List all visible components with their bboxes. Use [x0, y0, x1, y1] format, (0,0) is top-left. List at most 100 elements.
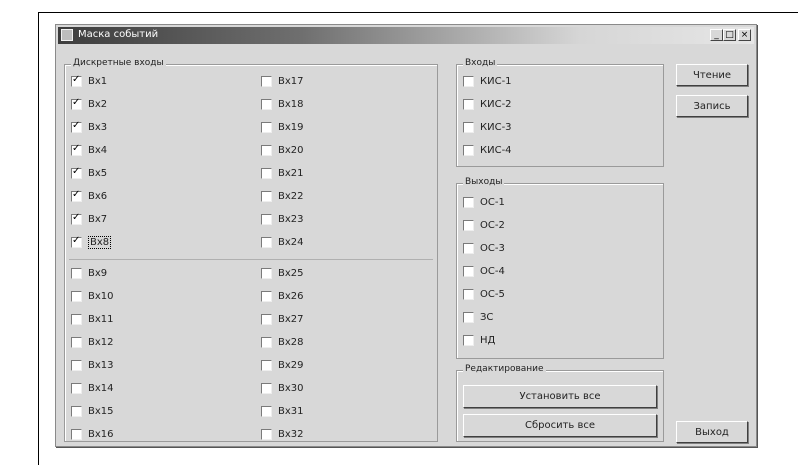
checkbox-label: Вх8: [88, 235, 112, 249]
checkbox-row[interactable]: КИС-1: [463, 73, 512, 89]
checkbox-row[interactable]: Вх5: [71, 165, 107, 181]
checkbox-row[interactable]: Вх31: [261, 403, 304, 419]
checkbox[interactable]: [261, 359, 272, 371]
checkbox-row[interactable]: Вх8: [71, 234, 112, 250]
checkbox[interactable]: [261, 98, 272, 110]
checkbox-row[interactable]: ОС-3: [463, 240, 505, 256]
checkbox-checked[interactable]: [71, 143, 82, 156]
checkbox-checked[interactable]: [71, 212, 82, 225]
checkbox-row[interactable]: Вх2: [71, 96, 107, 112]
checkbox[interactable]: [463, 144, 474, 156]
checkbox[interactable]: [261, 382, 272, 394]
checkbox-row[interactable]: ЗС: [463, 309, 493, 325]
checkbox[interactable]: [71, 290, 82, 302]
checkbox[interactable]: [71, 428, 82, 440]
checkbox-row[interactable]: Вх23: [261, 211, 304, 227]
checkbox-row[interactable]: Вх13: [71, 357, 114, 373]
checkbox[interactable]: [261, 267, 272, 279]
checkbox-row[interactable]: Вх4: [71, 142, 107, 158]
checkbox-checked[interactable]: [71, 74, 82, 87]
checkbox[interactable]: [463, 334, 474, 346]
checkbox-checked[interactable]: [71, 120, 82, 133]
checkbox[interactable]: [463, 219, 474, 231]
checkbox[interactable]: [261, 236, 272, 248]
checkbox-row[interactable]: Вх22: [261, 188, 304, 204]
checkbox-label: Вх14: [88, 382, 114, 394]
checkbox-row[interactable]: Вх16: [71, 426, 114, 442]
close-icon[interactable]: ×: [738, 29, 751, 41]
checkbox-row[interactable]: Вх32: [261, 426, 304, 442]
checkbox-row[interactable]: Вх24: [261, 234, 304, 250]
checkbox-row[interactable]: Вх3: [71, 119, 107, 135]
checkbox-row[interactable]: Вх10: [71, 288, 114, 304]
exit-button[interactable]: Выход: [676, 421, 748, 443]
checkbox[interactable]: [71, 405, 82, 417]
checkbox-row[interactable]: КИС-2: [463, 96, 512, 112]
checkbox-row[interactable]: Вх20: [261, 142, 304, 158]
checkbox-row[interactable]: Вх14: [71, 380, 114, 396]
checkbox[interactable]: [71, 313, 82, 325]
checkbox-label: КИС-2: [480, 98, 512, 110]
checkbox[interactable]: [463, 265, 474, 277]
read-button[interactable]: Чтение: [676, 64, 748, 86]
checkbox-row[interactable]: Вх15: [71, 403, 114, 419]
checkbox-row[interactable]: КИС-4: [463, 142, 512, 158]
checkbox[interactable]: [261, 313, 272, 325]
checkbox[interactable]: [261, 75, 272, 87]
checkbox[interactable]: [463, 311, 474, 323]
write-button[interactable]: Запись: [676, 95, 748, 117]
checkbox-row[interactable]: ОС-5: [463, 286, 505, 302]
checkbox-row[interactable]: Вх11: [71, 311, 114, 327]
checkbox-row[interactable]: Вх7: [71, 211, 107, 227]
checkbox-label: ОС-1: [480, 196, 505, 208]
checkbox-row[interactable]: Вх27: [261, 311, 304, 327]
checkbox[interactable]: [71, 267, 82, 279]
checkbox-checked[interactable]: [71, 166, 82, 179]
checkbox[interactable]: [261, 121, 272, 133]
checkbox[interactable]: [261, 336, 272, 348]
checkbox-row[interactable]: ОС-1: [463, 194, 505, 210]
checkbox[interactable]: [71, 359, 82, 371]
checkbox[interactable]: [261, 167, 272, 179]
checkbox-row[interactable]: Вх30: [261, 380, 304, 396]
checkbox-label: Вх23: [278, 213, 304, 225]
checkbox-row[interactable]: Вх18: [261, 96, 304, 112]
checkbox[interactable]: [261, 144, 272, 156]
checkbox[interactable]: [463, 75, 474, 87]
checkbox[interactable]: [463, 242, 474, 254]
set-all-button[interactable]: Установить все: [463, 385, 657, 408]
checkbox-row[interactable]: Вх28: [261, 334, 304, 350]
checkbox-row[interactable]: Вх17: [261, 73, 304, 89]
checkbox[interactable]: [71, 382, 82, 394]
checkbox[interactable]: [261, 428, 272, 440]
checkbox-checked[interactable]: [71, 189, 82, 202]
checkbox-row[interactable]: Вх6: [71, 188, 107, 204]
checkbox-row[interactable]: Вх19: [261, 119, 304, 135]
checkbox[interactable]: [463, 121, 474, 133]
checkbox-row[interactable]: Вх25: [261, 265, 304, 281]
checkbox-row[interactable]: Вх26: [261, 288, 304, 304]
checkbox[interactable]: [463, 196, 474, 208]
maximize-icon[interactable]: □: [723, 29, 736, 41]
checkbox[interactable]: [261, 290, 272, 302]
checkbox[interactable]: [463, 288, 474, 300]
minimize-icon[interactable]: _: [710, 29, 723, 41]
checkbox-checked[interactable]: [71, 97, 82, 110]
checkbox-row[interactable]: Вх1: [71, 73, 107, 89]
checkbox[interactable]: [71, 336, 82, 348]
checkbox-row[interactable]: Вх9: [71, 265, 107, 281]
checkbox-row[interactable]: ОС-4: [463, 263, 505, 279]
checkbox[interactable]: [261, 190, 272, 202]
checkbox-row[interactable]: КИС-3: [463, 119, 512, 135]
checkbox[interactable]: [261, 213, 272, 225]
checkbox-row[interactable]: Вх29: [261, 357, 304, 373]
title-bar[interactable]: Маска событий _ □ ×: [58, 27, 754, 44]
checkbox-row[interactable]: Вх12: [71, 334, 114, 350]
checkbox-checked[interactable]: [71, 235, 82, 248]
checkbox-row[interactable]: НД: [463, 332, 495, 348]
checkbox[interactable]: [463, 98, 474, 110]
reset-all-button[interactable]: Сбросить все: [463, 414, 657, 437]
checkbox-row[interactable]: Вх21: [261, 165, 304, 181]
checkbox-row[interactable]: ОС-2: [463, 217, 505, 233]
checkbox[interactable]: [261, 405, 272, 417]
